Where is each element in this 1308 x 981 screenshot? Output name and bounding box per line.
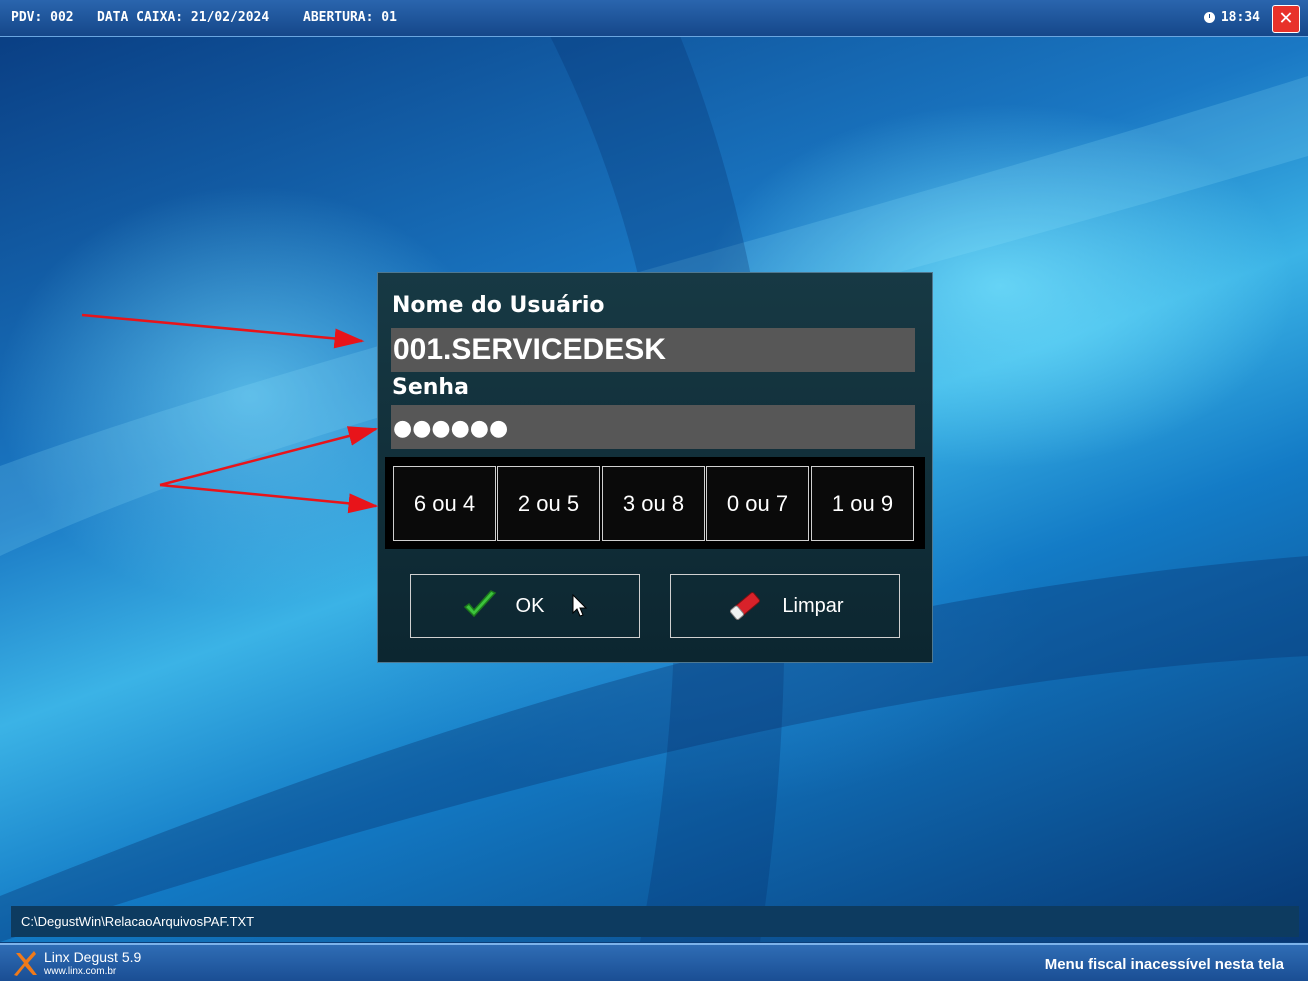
clear-button[interactable]: Limpar — [670, 574, 900, 638]
ok-button[interactable]: OK — [410, 574, 640, 638]
opening-number: ABERTURA: 01 — [303, 10, 397, 25]
password-label: Senha — [392, 375, 469, 400]
clear-button-label: Limpar — [782, 594, 844, 617]
linx-logo-icon — [14, 951, 37, 976]
password-keypad: 6 ou 4 2 ou 5 3 ou 8 0 ou 7 1 ou 9 — [385, 457, 925, 549]
keypad-key-1[interactable]: 6 ou 4 — [393, 466, 496, 541]
checkmark-icon — [463, 590, 496, 618]
pdv-number: PDV: 002 — [11, 10, 74, 25]
username-field[interactable]: 001.SERVICEDESK — [391, 328, 915, 372]
login-dialog: Nome do Usuário 001.SERVICEDESK Senha ●●… — [377, 272, 933, 663]
cash-date: DATA CAIXA: 21/02/2024 — [97, 10, 270, 25]
keypad-key-2[interactable]: 2 ou 5 — [497, 466, 600, 541]
mouse-cursor-icon — [572, 594, 588, 617]
keypad-key-4[interactable]: 0 ou 7 — [706, 466, 809, 541]
clock-time: 18:34 — [1220, 10, 1260, 25]
brand-name: Linx Degust 5.9 — [44, 949, 142, 965]
eraser-icon — [730, 592, 761, 620]
password-field[interactable]: ●●●●●● — [391, 405, 915, 449]
username-label: Nome do Usuário — [392, 293, 605, 318]
fiscal-menu-notice: Menu fiscal inacessível nesta tela — [1044, 956, 1284, 973]
brand-url: www.linx.com.br — [44, 966, 117, 977]
ok-button-label: OK — [515, 594, 545, 617]
close-button[interactable]: ✕ — [1272, 5, 1300, 33]
keypad-key-3[interactable]: 3 ou 8 — [602, 466, 705, 541]
clock: 18:34 — [1203, 10, 1260, 25]
top-status-bar: PDV: 002 DATA CAIXA: 21/02/2024 ABERTURA… — [0, 0, 1308, 37]
close-icon: ✕ — [1279, 5, 1293, 30]
file-path-status: C:\DegustWin\RelacaoArquivosPAF.TXT — [11, 906, 1299, 937]
keypad-key-5[interactable]: 1 ou 9 — [811, 466, 914, 541]
bottom-status-bar: Linx Degust 5.9 www.linx.com.br Menu fis… — [0, 943, 1308, 981]
clock-icon — [1203, 12, 1215, 23]
